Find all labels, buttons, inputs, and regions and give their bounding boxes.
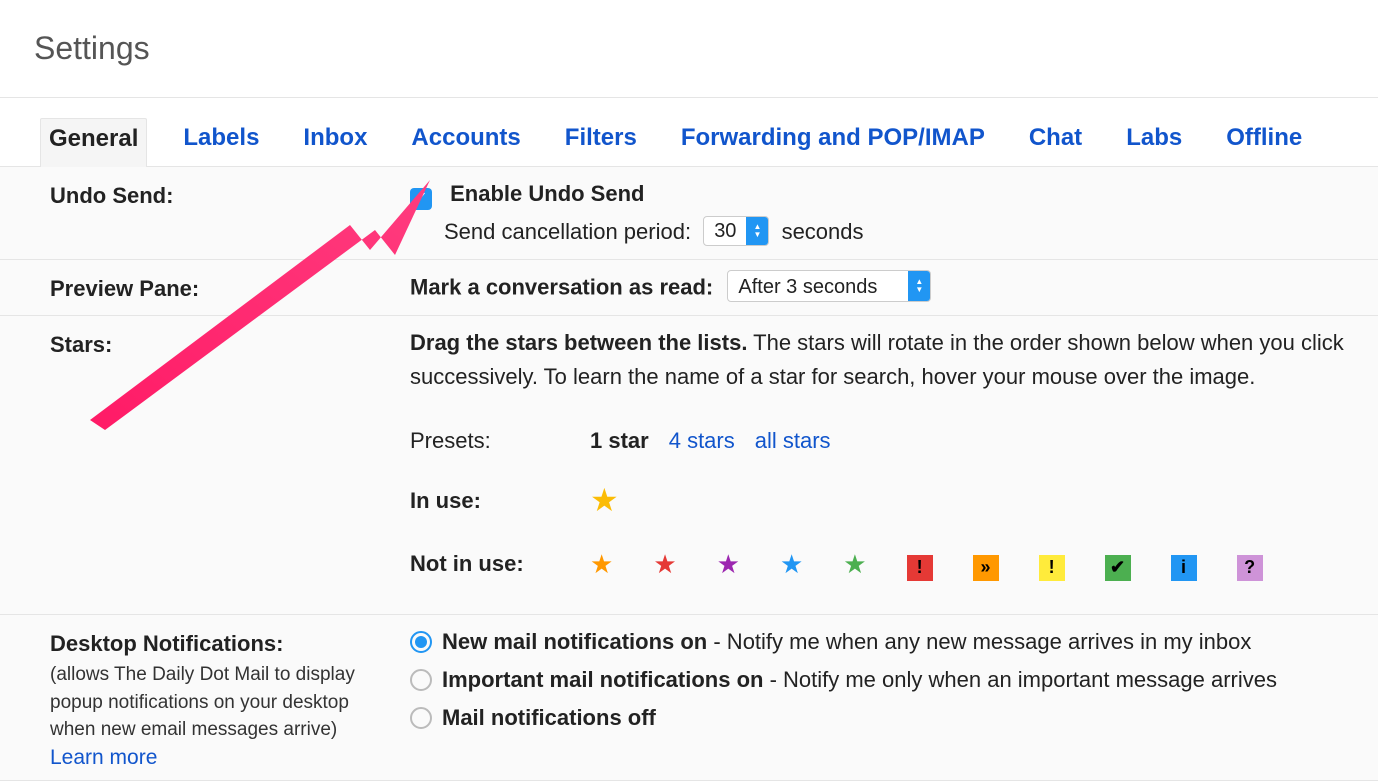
notification-option-text: Mail notifications off [442, 701, 656, 735]
notification-option: Mail notifications off [410, 701, 1378, 735]
preset-all-stars[interactable]: all stars [755, 428, 831, 453]
mark-as-read-select[interactable]: After 3 seconds ▲▼ [727, 270, 931, 302]
notification-option: Important mail notifications on - Notify… [410, 663, 1378, 697]
dropdown-arrows-icon: ▲▼ [746, 217, 768, 245]
tab-forwarding-and-pop-imap[interactable]: Forwarding and POP/IMAP [673, 118, 993, 166]
desktop-notifications-label: Desktop Notifications: [50, 631, 410, 657]
cancellation-period-label: Send cancellation period: [444, 219, 691, 244]
enable-undo-send-label: Enable Undo Send [450, 181, 644, 206]
star-square-icon[interactable]: ! [907, 555, 933, 581]
desktop-notifications-sublabel: (allows The Daily Dot Mail to display po… [50, 657, 410, 744]
star-square-icon[interactable]: ? [1237, 555, 1263, 581]
preset-4-stars[interactable]: 4 stars [669, 428, 735, 453]
row-preview-pane: Preview Pane: Mark a conversation as rea… [0, 260, 1378, 316]
cancellation-period-unit: seconds [782, 219, 864, 244]
learn-more-link[interactable]: Learn more [50, 746, 157, 769]
tab-labels[interactable]: Labels [175, 118, 267, 166]
settings-tabs: General Labels Inbox Accounts Filters Forward… [0, 98, 1378, 167]
star-square-icon[interactable]: i [1171, 555, 1197, 581]
row-stars: Stars: Drag the stars between the lists.… [0, 316, 1378, 615]
tab-offline[interactable]: Offline [1218, 118, 1310, 166]
preview-pane-label: Preview Pane: [50, 270, 410, 305]
row-undo-send: Undo Send: ✓ Enable Undo Send Send cance… [0, 167, 1378, 260]
star-icon[interactable]: ★ [653, 544, 676, 584]
radio-button[interactable] [410, 669, 432, 691]
star-square-icon[interactable]: ✔ [1105, 555, 1131, 581]
tab-filters[interactable]: Filters [557, 118, 645, 166]
star-icon[interactable]: ★ [717, 544, 740, 584]
stars-drag-bold: Drag the stars between the lists. [410, 330, 747, 355]
dropdown-arrows-icon: ▲▼ [908, 271, 930, 301]
star-icon[interactable]: ★ [843, 544, 866, 584]
presets-label: Presets: [410, 424, 590, 458]
notification-option-text: New mail notifications on - Notify me wh… [442, 625, 1251, 659]
radio-button[interactable] [410, 631, 432, 653]
notification-option-text: Important mail notifications on - Notify… [442, 663, 1277, 697]
radio-button[interactable] [410, 707, 432, 729]
star-icon[interactable]: ★ [590, 544, 613, 584]
star-icon[interactable]: ★ [780, 544, 803, 584]
mark-as-read-label: Mark a conversation as read: [410, 275, 713, 300]
row-desktop-notifications: Desktop Notifications: (allows The Daily… [0, 615, 1378, 781]
page-title: Settings [0, 0, 1378, 98]
tab-accounts[interactable]: Accounts [403, 118, 528, 166]
star-icon[interactable]: ★ [590, 476, 619, 526]
stars-label: Stars: [50, 326, 410, 584]
in-use-label: In use: [410, 484, 590, 518]
preset-1-star: 1 star [590, 428, 649, 453]
star-square-icon[interactable]: ! [1039, 555, 1065, 581]
not-in-use-label: Not in use: [410, 547, 590, 581]
enable-undo-send-checkbox[interactable]: ✓ [410, 188, 432, 210]
tab-general[interactable]: General [40, 118, 147, 167]
notification-option: New mail notifications on - Notify me wh… [410, 625, 1378, 659]
tab-labs[interactable]: Labs [1118, 118, 1190, 166]
tab-inbox[interactable]: Inbox [295, 118, 375, 166]
undo-send-label: Undo Send: [50, 177, 410, 249]
tab-chat[interactable]: Chat [1021, 118, 1090, 166]
star-square-icon[interactable]: » [973, 555, 999, 581]
cancellation-period-select[interactable]: 30 ▲▼ [703, 216, 769, 246]
